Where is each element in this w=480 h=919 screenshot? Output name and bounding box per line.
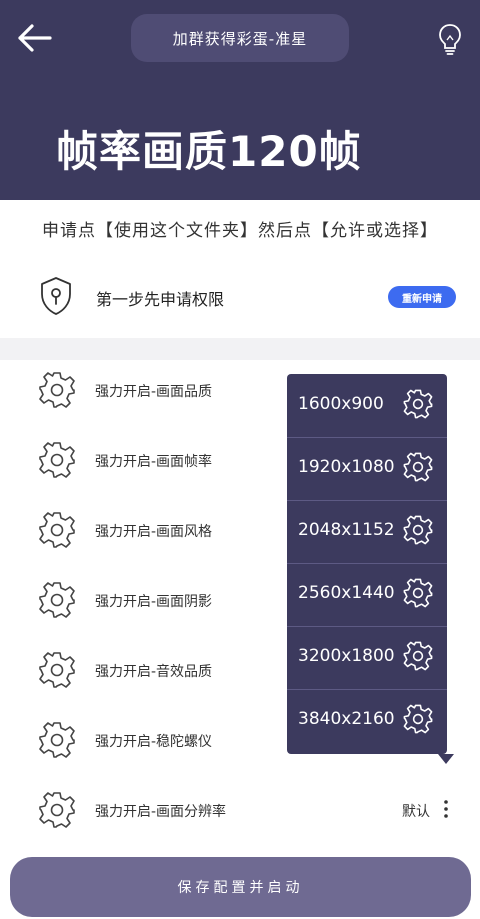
gear-icon [39, 372, 75, 408]
gear-icon [39, 652, 75, 688]
option-label: 强力开启-画面风格 [95, 524, 213, 540]
gear-icon [403, 641, 433, 671]
back-button[interactable] [14, 20, 54, 56]
more-vertical-icon[interactable] [440, 798, 452, 820]
gear-icon [39, 722, 75, 758]
resolution-value[interactable]: 默认 [402, 801, 430, 821]
resolution-option[interactable]: 3200x1800 [287, 626, 447, 690]
permission-row: 第一步先申请权限 重新申请 [0, 268, 480, 326]
resolution-option[interactable]: 3840x2160 [287, 689, 447, 752]
resolution-option[interactable]: 2048x1152 [287, 500, 447, 564]
gear-icon [39, 582, 75, 618]
resolution-option-label: 1600x900 [298, 394, 384, 414]
resolution-option[interactable]: 1600x900 [287, 374, 447, 438]
resolution-option-label: 3200x1800 [298, 646, 395, 666]
resolution-option-label: 3840x2160 [298, 709, 395, 729]
option-label: 强力开启-稳陀螺仪 [95, 734, 213, 750]
gear-icon [403, 452, 433, 482]
resolution-dropdown: 1600x900 1920x1080 2048x1152 2560x1440 3… [287, 374, 447, 754]
gear-icon [403, 704, 433, 734]
reapply-permission-button[interactable]: 重新申请 [388, 286, 456, 308]
gear-icon [39, 512, 75, 548]
option-label: 强力开启-画面帧率 [95, 454, 213, 470]
resolution-option-label: 2048x1152 [298, 520, 395, 540]
tip-button[interactable] [434, 22, 466, 56]
lightbulb-icon [439, 24, 461, 55]
option-row-resolution[interactable]: 强力开启-画面分辨率 默认 [0, 780, 480, 850]
resolution-option-label: 2560x1440 [298, 583, 395, 603]
gear-icon [403, 578, 433, 608]
option-label: 强力开启-音效品质 [95, 664, 213, 680]
resolution-option[interactable]: 1920x1080 [287, 437, 447, 501]
option-label: 强力开启-画面阴影 [95, 594, 213, 610]
header-bar: 加群获得彩蛋-准星 帧率画质120帧 [0, 0, 480, 200]
section-divider [0, 338, 480, 360]
gear-icon [39, 442, 75, 478]
option-label: 强力开启-画面分辨率 [95, 804, 227, 820]
group-promo-pill[interactable]: 加群获得彩蛋-准星 [131, 14, 349, 62]
gear-icon [39, 792, 75, 828]
gear-icon [403, 515, 433, 545]
save-and-launch-button[interactable]: 保存配置并启动 [10, 857, 471, 917]
resolution-option[interactable]: 2560x1440 [287, 563, 447, 627]
gear-icon [403, 389, 433, 419]
option-label: 强力开启-画面品质 [95, 384, 213, 400]
arrow-left-icon [18, 24, 52, 52]
shield-lock-icon [41, 277, 71, 315]
resolution-option-label: 1920x1080 [298, 457, 395, 477]
instruction-text: 申请点【使用这个文件夹】然后点【允许或选择】 [42, 221, 438, 241]
page-title: 帧率画质120帧 [56, 127, 362, 176]
permission-label: 第一步先申请权限 [96, 290, 225, 309]
dropdown-pointer [438, 754, 454, 764]
